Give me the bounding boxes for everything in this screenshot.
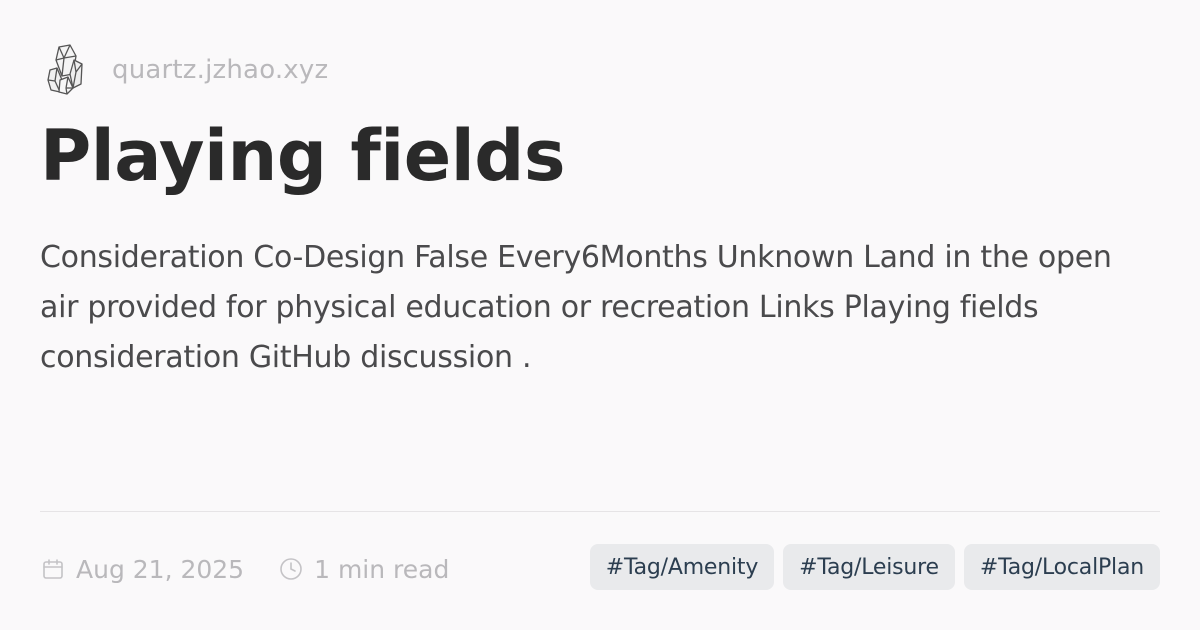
site-header: quartz.jzhao.xyz [44, 40, 328, 100]
crystal-cluster-icon [44, 42, 88, 98]
site-name[interactable]: quartz.jzhao.xyz [112, 55, 328, 85]
tag-amenity[interactable]: #Tag/Amenity [589, 544, 775, 590]
article-meta: Aug 21, 2025 1 min read [40, 548, 449, 590]
publish-date-text: Aug 21, 2025 [76, 554, 245, 584]
tag-localplan[interactable]: #Tag/LocalPlan [963, 544, 1160, 590]
divider [40, 511, 1160, 512]
page-title: Playing fields [40, 115, 566, 197]
reading-time: 1 min read [278, 555, 449, 584]
tag-list: #Tag/Amenity #Tag/Leisure #Tag/LocalPlan [589, 544, 1160, 590]
publish-date: Aug 21, 2025 [40, 555, 244, 584]
reading-time-text: 1 min read [314, 554, 450, 584]
page-description: Consideration Co-Design False Every6Mont… [40, 240, 1112, 375]
tag-leisure[interactable]: #Tag/Leisure [783, 544, 955, 590]
calendar-icon [40, 556, 66, 582]
clock-icon [278, 556, 304, 582]
og-card: quartz.jzhao.xyz Playing fields Consider… [0, 0, 1200, 630]
